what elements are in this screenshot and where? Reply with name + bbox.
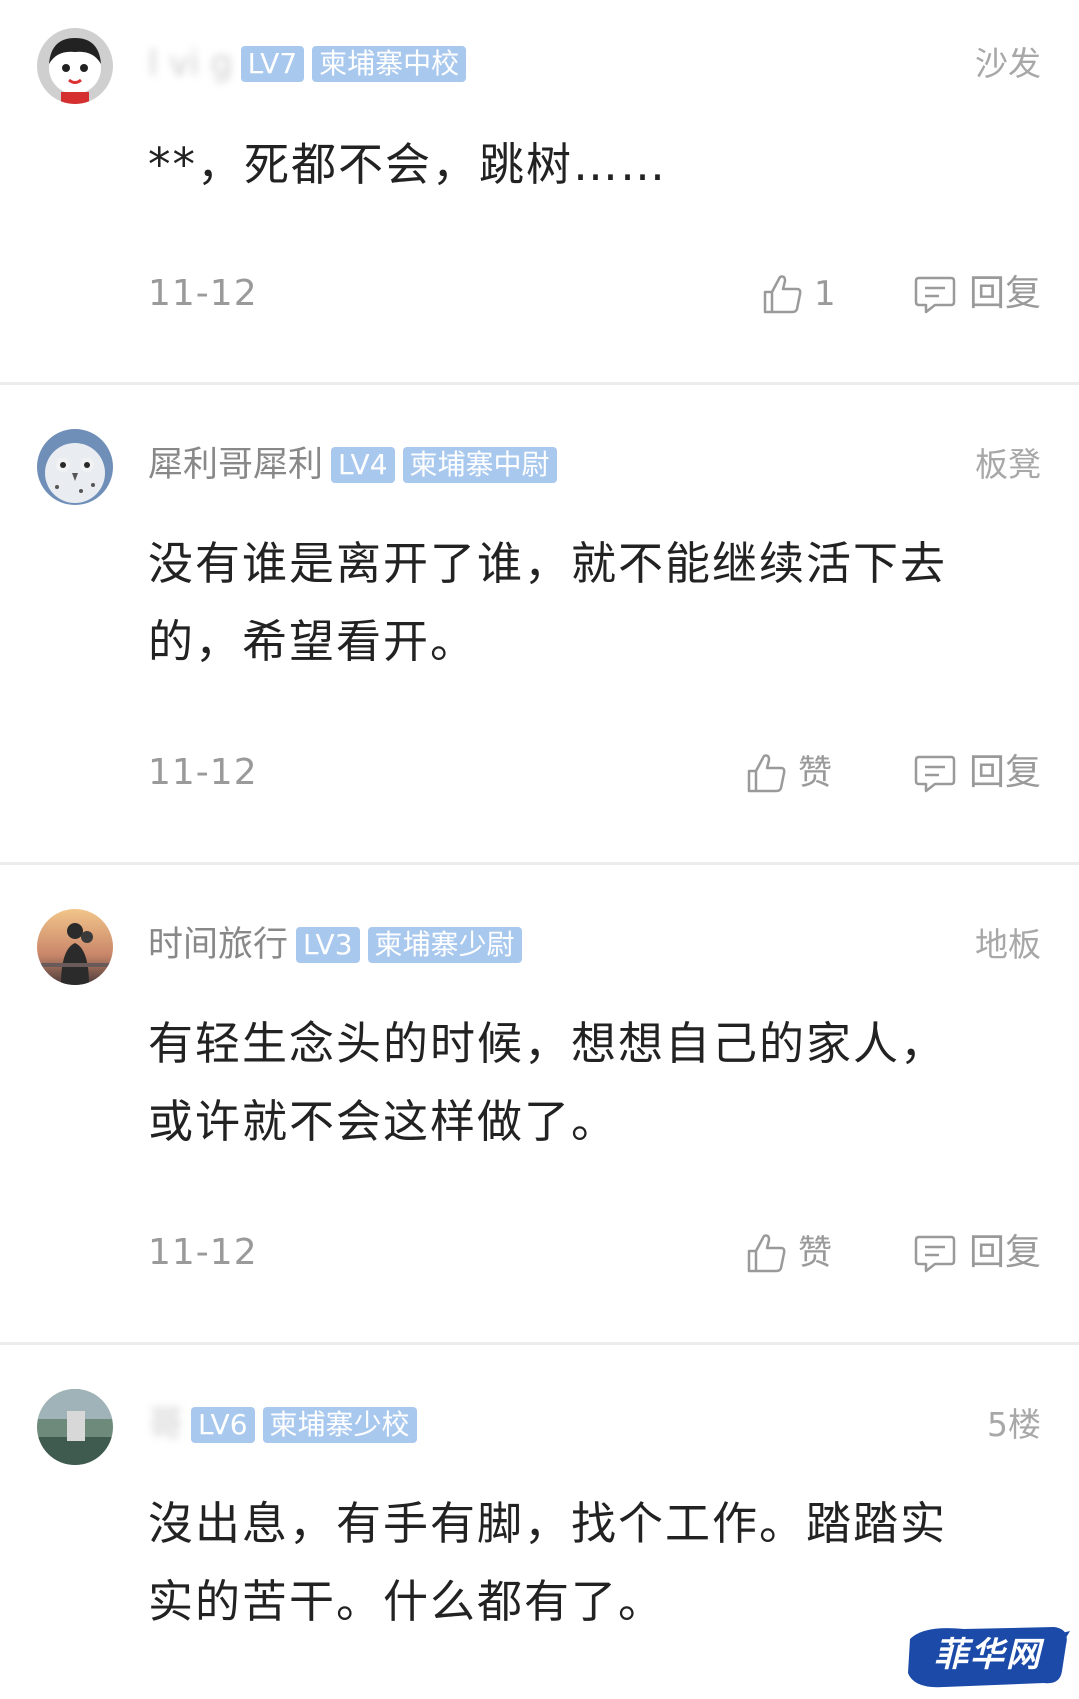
rank-badge: 柬埔寨中尉 bbox=[402, 447, 557, 483]
level-badge: LV4 bbox=[331, 447, 395, 483]
comment-date: 11-12 bbox=[148, 273, 258, 314]
comment-item: l vi g LV7 柬埔寨中校 沙发 **，死都不会，跳树…… 11-12 1… bbox=[0, 0, 1079, 352]
comment-text: 沒出息，有手有脚，找个工作。踏踏实实的苦干。什么都有了。 bbox=[148, 1497, 948, 1628]
thumbs-up-icon bbox=[744, 1231, 788, 1275]
watermark-text: 菲华网 bbox=[934, 1635, 1042, 1675]
comment-text: 没有谁是离开了谁，就不能继续活下去的，希望看开。 bbox=[148, 537, 948, 668]
reply-bubble-icon bbox=[913, 751, 957, 795]
comment-text: **，死都不会，跳树…… bbox=[148, 138, 668, 191]
username[interactable]: 犀利哥犀利 bbox=[148, 445, 323, 485]
avatar[interactable] bbox=[37, 28, 113, 104]
comment-item: 犀利哥犀利 LV4 柬埔寨中尉 板凳 没有谁是离开了谁，就不能继续活下去的，希望… bbox=[0, 385, 1079, 860]
cartoon-face-icon bbox=[37, 28, 113, 104]
avatar[interactable] bbox=[37, 1389, 113, 1465]
like-label: 赞 bbox=[798, 753, 832, 793]
floor-label: 沙发 bbox=[975, 44, 1041, 83]
rank-badge: 柬埔寨少尉 bbox=[367, 927, 522, 963]
username[interactable]: l vi g bbox=[148, 44, 233, 84]
rank-badge: 柬埔寨少校 bbox=[262, 1407, 417, 1443]
reply-button[interactable]: 回复 bbox=[913, 751, 1041, 795]
user-line: l vi g LV7 柬埔寨中校 bbox=[148, 44, 467, 84]
level-badge: LV6 bbox=[191, 1407, 255, 1443]
like-count: 1 bbox=[814, 274, 836, 314]
reply-label: 回复 bbox=[968, 752, 1041, 793]
level-badge: LV7 bbox=[240, 46, 305, 82]
avatar[interactable] bbox=[37, 429, 113, 505]
username[interactable]: 哥 bbox=[148, 1405, 183, 1445]
reply-label: 回复 bbox=[968, 1232, 1041, 1273]
reply-bubble-icon bbox=[913, 272, 957, 316]
reply-button[interactable]: 回复 bbox=[913, 1231, 1041, 1275]
avatar[interactable] bbox=[37, 909, 113, 985]
thumbs-up-icon bbox=[744, 751, 788, 795]
like-label: 赞 bbox=[798, 1233, 832, 1273]
user-line: 哥 LV6 柬埔寨少校 bbox=[148, 1405, 417, 1445]
reply-bubble-icon bbox=[913, 1231, 957, 1275]
watermark-logo: 菲华网 bbox=[904, 1621, 1072, 1691]
rank-badge: 柬埔寨中校 bbox=[312, 46, 467, 82]
username[interactable]: 时间旅行 bbox=[148, 925, 288, 965]
floor-label: 5楼 bbox=[987, 1405, 1041, 1444]
comment-date: 11-12 bbox=[148, 752, 258, 793]
user-line: 犀利哥犀利 LV4 柬埔寨中尉 bbox=[148, 445, 557, 485]
thumbs-up-icon bbox=[760, 272, 804, 316]
like-button[interactable]: 赞 bbox=[744, 1231, 832, 1275]
owl-photo-icon bbox=[37, 429, 113, 505]
user-line: 时间旅行 LV3 柬埔寨少尉 bbox=[148, 925, 522, 965]
blurred-photo-icon bbox=[37, 1389, 113, 1465]
reply-button[interactable]: 回复 bbox=[913, 272, 1041, 316]
floor-label: 板凳 bbox=[975, 445, 1041, 484]
reply-label: 回复 bbox=[968, 273, 1041, 314]
comment-item: 时间旅行 LV3 柬埔寨少尉 地板 有轻生念头的时候，想想自己的家人，或许就不会… bbox=[0, 865, 1079, 1340]
like-button[interactable]: 1 bbox=[760, 272, 836, 316]
sunset-couple-photo-icon bbox=[37, 909, 113, 985]
comment-date: 11-12 bbox=[148, 1232, 258, 1273]
like-button[interactable]: 赞 bbox=[744, 751, 832, 795]
comment-text: 有轻生念头的时候，想想自己的家人，或许就不会这样做了。 bbox=[148, 1017, 948, 1148]
floor-label: 地板 bbox=[975, 925, 1041, 964]
level-badge: LV3 bbox=[296, 927, 360, 963]
